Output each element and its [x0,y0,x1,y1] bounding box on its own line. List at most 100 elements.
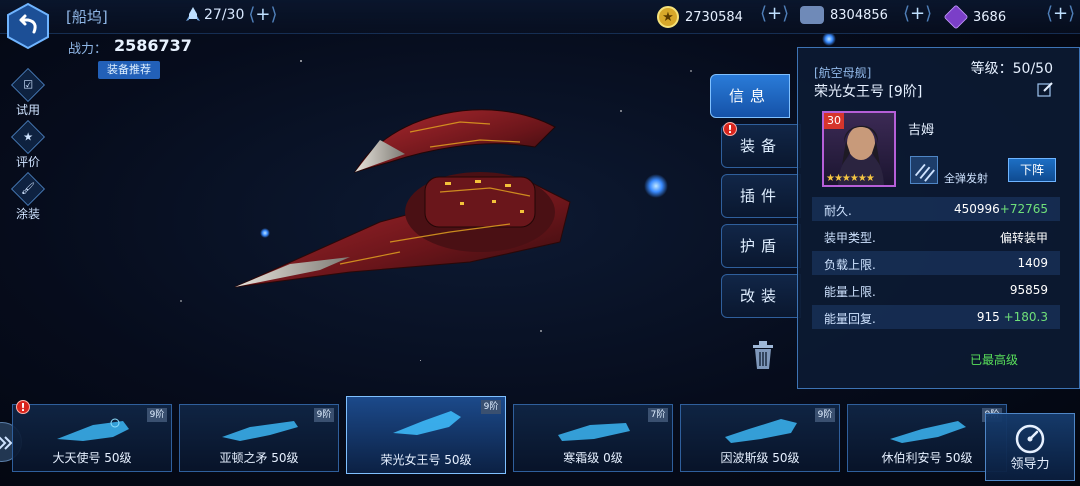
ship-card[interactable]: 9阶 亚顿之矛 50级 [179,404,339,472]
ship-name: 亚顿之矛 50级 [219,451,299,465]
fleet-expand-button[interactable]: ⟨ + ⟩ [248,6,277,24]
metal-value: 8304856 [830,7,888,23]
leadership-button[interactable]: 领导力 [985,413,1075,481]
ship-thumbnail [57,418,129,441]
trial-icon: ☑ [11,68,45,102]
fleet-capacity: 27/30 ⟨ + ⟩ [186,6,278,24]
stat-label: 装甲类型. [824,231,876,245]
crystal-value: 3686 [973,9,1007,25]
ship-thumbnail [222,421,298,441]
crystal-resource: 3686 [943,4,1007,30]
ship-level: 等级：50/50 [970,61,1053,77]
power-label: 战力： [68,42,108,57]
equipment-alert-badge: ! [723,122,737,136]
ship-name: 休伯利安号 50级 [881,451,973,465]
tier-badge: 9阶 [147,408,167,422]
stat-value: 450996+72765 [953,202,1048,216]
stat-label: 能量回复. [824,312,876,326]
tier-badge: 9阶 [815,408,835,422]
crystal-icon [943,4,969,30]
trial-label: 试用 [15,103,40,117]
ship-thumbnail [558,423,630,441]
unassign-captain-button[interactable]: 下阵 [1008,158,1056,182]
tab-modify[interactable]: 改装 [721,274,801,318]
star [180,300,182,302]
stat-row-energy-regen: 能量回复. 915 +180.3 [812,305,1060,329]
crystal-add-button[interactable]: ⟨ + ⟩ [1046,5,1075,23]
rocket-icon [186,7,200,21]
ship-model[interactable] [230,92,580,292]
star [300,60,302,62]
stat-value: 95859 [1009,283,1048,297]
trash-icon[interactable] [750,340,776,370]
equip-recommend-button[interactable]: 装备推荐 [98,61,160,79]
edit-icon[interactable] [1037,81,1053,97]
paint-label: 涂装 [15,207,40,221]
gold-coin-icon: ★ [657,6,679,28]
tier-badge: 9阶 [314,408,334,422]
ship-name: 荣光女王号 [9阶] [814,84,923,100]
stat-label: 耐久. [824,204,852,218]
star [540,330,542,332]
metal-add-button[interactable]: ⟨ + ⟩ [903,5,932,23]
missile-barrage-icon[interactable] [910,156,938,184]
stat-value: 1409 [1017,256,1048,270]
fleet-count-value: 27/30 [204,7,245,23]
ship-card-selected[interactable]: 9阶 荣光女王号 50级 [346,396,506,474]
star [620,110,622,112]
tier-badge: 9阶 [481,400,501,414]
ship-card[interactable]: 9阶 大天使号 50级 [12,404,172,472]
ship-name: 大天使号 50级 [52,451,132,465]
stat-row-durability: 耐久. 450996+72765 [812,197,1060,221]
metal-resource: 8304856 [800,6,888,24]
captain-level-badge: 30 [824,113,844,129]
ship-info-panel: [航空母舰] 等级：50/50 荣光女王号 [9阶] 30 ★★★★★★ 吉姆 … [797,47,1080,389]
ship-name: 荣光女王号 50级 [380,453,472,467]
stat-bonus: +180.3 [1003,310,1048,324]
ship-name: 寒霜级 0级 [563,451,623,465]
ship-alert-badge: ! [16,400,30,414]
max-grade-status: 已最高级 [970,353,1019,367]
gold-resource: ★ 2730584 [657,6,743,28]
star [690,70,692,72]
bright-star [644,174,668,198]
star [420,360,421,361]
ship-card[interactable]: 9阶 因波斯级 50级 [680,404,840,472]
stat-row-load-cap: 负载上限. 1409 [812,251,1060,275]
ship-thumbnail [725,419,797,443]
stat-row-energy-cap: 能量上限. 95859 [812,278,1060,302]
ship-card[interactable]: 7阶 寒霜级 0级 [513,404,673,472]
captain-skill-name: 全弹发射 [944,172,988,185]
tab-info[interactable]: 信息 [710,74,790,118]
rating-icon: ★ [11,120,45,154]
back-button[interactable] [4,2,52,50]
ship-name: 因波斯级 50级 [720,451,800,465]
gauge-icon [1015,424,1045,454]
captain-avatar[interactable]: 30 ★★★★★★ [822,111,896,187]
tab-shield[interactable]: 护盾 [721,224,801,268]
power-value: 2586737 [114,36,192,55]
ship-thumbnail [393,411,461,435]
ship-class: [航空母舰] [814,66,872,80]
stat-row-armor-type: 装甲类型. 偏转装甲 [812,224,1060,248]
metal-ore-icon [800,6,824,24]
rating-button[interactable]: ★ 评价 [6,120,50,174]
stat-value: 915 +180.3 [976,310,1048,324]
leadership-label: 领导力 [1010,457,1050,472]
captain-name: 吉姆 [908,123,935,138]
dock-screen: [船坞] 27/30 ⟨ + ⟩ ★ 2730584 ⟨ + ⟩ 8304856 ⟨ + ⟩… [0,0,1080,486]
tier-badge: 7阶 [648,408,668,422]
paint-button[interactable]: 🖌 涂装 [6,172,50,226]
ship-card[interactable]: 9阶 休伯利安号 50级 [847,404,1007,472]
page-title: [船坞] [66,8,108,26]
rating-label: 评价 [15,155,40,169]
tab-plugins[interactable]: 插件 [721,174,801,218]
stat-value: 偏转装甲 [999,231,1048,245]
gold-value: 2730584 [685,9,743,25]
gold-add-button[interactable]: ⟨ + ⟩ [760,5,789,23]
stat-label: 能量上限. [824,285,876,299]
stat-label: 负载上限. [824,258,876,272]
trial-button[interactable]: ☑ 试用 [6,68,50,122]
paint-icon: 🖌 [11,172,45,206]
stat-bonus: +72765 [999,202,1048,216]
